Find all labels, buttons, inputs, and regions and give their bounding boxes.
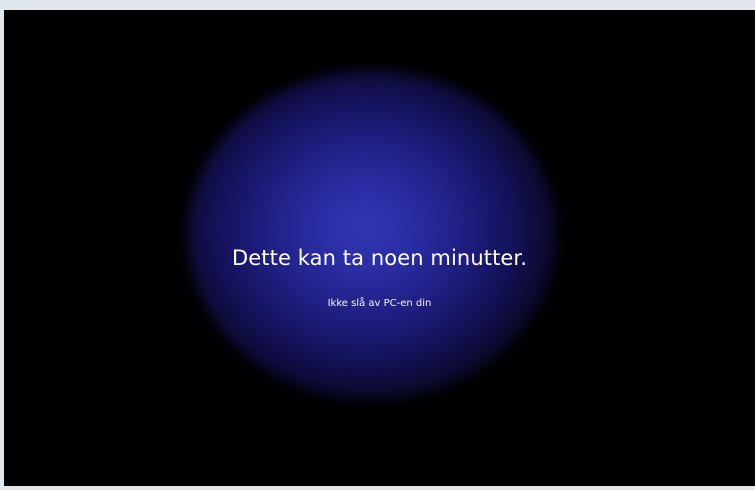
background-glow — [187, 70, 557, 400]
update-screen: Dette kan ta noen minutter. Ikke slå av … — [4, 10, 755, 486]
status-subtitle: Ikke slå av PC-en din — [327, 298, 432, 309]
status-title: Dette kan ta noen minutter. — [231, 246, 528, 270]
window-frame: Dette kan ta noen minutter. Ikke slå av … — [0, 0, 755, 490]
